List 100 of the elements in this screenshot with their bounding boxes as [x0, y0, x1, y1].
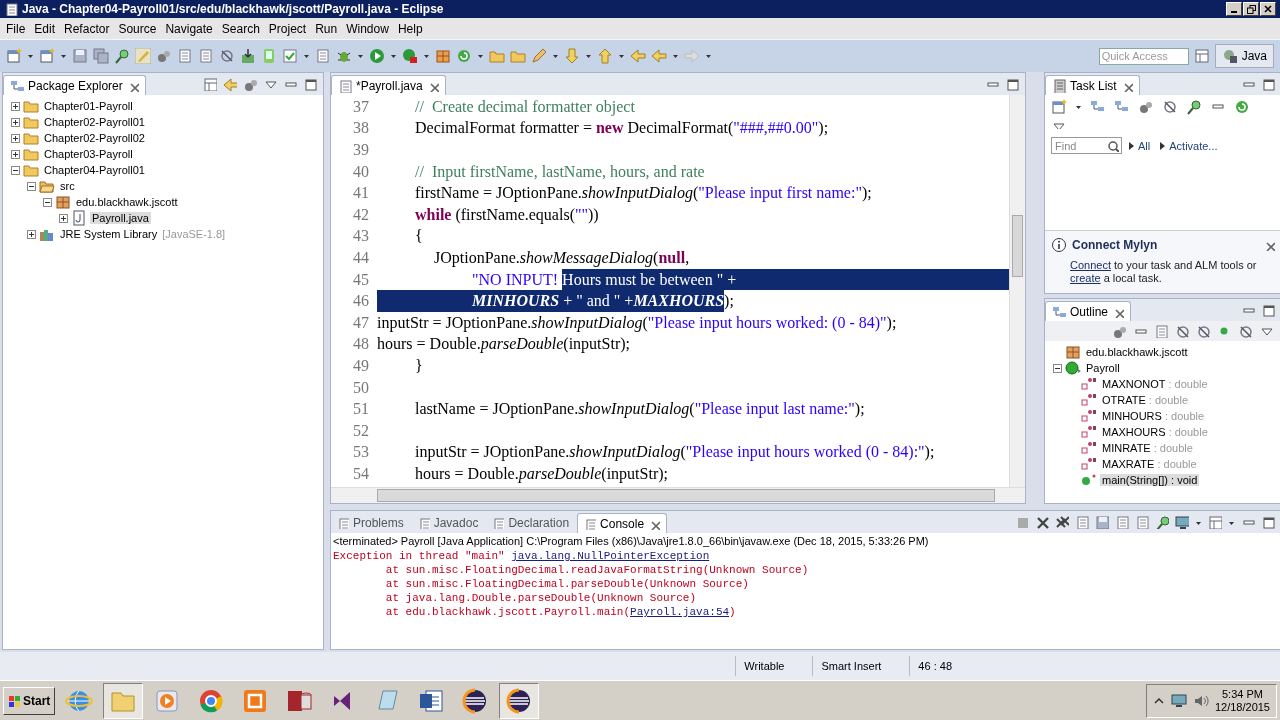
expander-icon[interactable]	[59, 213, 68, 223]
new-console-icon[interactable]	[1208, 515, 1222, 529]
tree-item[interactable]: MAXRATE : double	[1100, 458, 1199, 470]
tree-item[interactable]: Chapter02-Payroll01	[42, 116, 147, 128]
tree-item[interactable]: MINRATE : double	[1100, 442, 1195, 454]
expander-icon[interactable]	[27, 181, 36, 191]
close-button[interactable]	[1260, 2, 1276, 16]
tree-item[interactable]: Chapter02-Payroll02	[42, 132, 147, 144]
ball-icon[interactable]	[1138, 99, 1154, 115]
panel-tab[interactable]: Outline	[1045, 301, 1132, 321]
quick-access-field[interactable]: Quick Access	[1098, 47, 1189, 65]
pin-icon[interactable]	[114, 48, 130, 64]
start-button[interactable]: Start	[3, 687, 56, 715]
vertical-scrollbar[interactable]	[1009, 95, 1025, 487]
ball-icon[interactable]	[156, 48, 172, 64]
document-icon[interactable]	[177, 48, 193, 64]
menu-item[interactable]: Navigate	[162, 21, 219, 36]
link[interactable]: All	[1127, 139, 1151, 152]
run-icon[interactable]	[369, 48, 385, 64]
horizontal-scrollbar[interactable]	[331, 487, 1025, 503]
network-icon[interactable]	[1170, 693, 1187, 709]
ball-icon[interactable]	[1112, 324, 1126, 338]
tree-item[interactable]: Chapter01-Payroll	[42, 100, 135, 112]
expander-icon[interactable]	[11, 149, 20, 159]
maximize-icon[interactable]	[1261, 77, 1275, 91]
new-task-icon[interactable]	[1051, 99, 1067, 115]
save-all-icon[interactable]	[93, 48, 109, 64]
save-icon[interactable]	[72, 48, 88, 64]
slash-icon[interactable]	[1175, 324, 1189, 338]
menu-item[interactable]: Source	[115, 21, 163, 36]
new-file-icon[interactable]	[39, 48, 55, 64]
panel-tab[interactable]: Javadoc	[411, 513, 485, 533]
minimize-button[interactable]	[1226, 2, 1242, 16]
maximize-icon[interactable]	[1261, 515, 1275, 529]
remove-icon[interactable]	[1035, 515, 1049, 529]
expander-icon[interactable]	[43, 197, 52, 207]
expander-icon[interactable]	[1053, 363, 1062, 373]
pin-icon[interactable]	[1155, 515, 1169, 529]
new-file-icon[interactable]	[6, 48, 22, 64]
link[interactable]: java.lang.NullPointerException	[511, 550, 710, 562]
expander-icon[interactable]	[27, 229, 36, 239]
menu-item[interactable]: Window	[343, 21, 395, 36]
slash-icon[interactable]	[1196, 324, 1210, 338]
ball-icon[interactable]	[243, 77, 257, 91]
box-icon[interactable]	[435, 48, 451, 64]
menu-item[interactable]: File	[3, 21, 32, 36]
tree-item[interactable]: Payroll.java	[90, 212, 151, 224]
checkbox-icon[interactable]	[282, 48, 298, 64]
document-icon[interactable]	[315, 48, 331, 64]
panel-tab[interactable]: Declaration	[486, 513, 576, 533]
expander-icon[interactable]	[11, 117, 20, 127]
maximize-icon[interactable]	[1005, 77, 1019, 91]
tree-item[interactable]: MAXNONOT : double	[1100, 378, 1210, 390]
tree-item[interactable]: OTRATE : double	[1100, 394, 1190, 406]
tree-item[interactable]: src	[58, 180, 77, 192]
layout-icon[interactable]	[1193, 48, 1210, 64]
panel-tab[interactable]: *Payroll.java	[331, 75, 446, 95]
expander-icon[interactable]	[11, 165, 20, 175]
up-arrow-icon[interactable]	[597, 48, 613, 64]
expander-icon[interactable]	[11, 133, 20, 143]
tree-item[interactable]: JRE System Library	[58, 228, 160, 240]
sync-icon[interactable]	[1234, 99, 1250, 115]
restore-button[interactable]	[1243, 2, 1259, 16]
menu-item[interactable]: Refactor	[61, 21, 116, 36]
link[interactable]: Activate...	[1158, 139, 1218, 152]
maximize-icon[interactable]	[303, 77, 317, 91]
tree-item[interactable]: Payroll	[1084, 362, 1122, 374]
slash-icon[interactable]	[219, 48, 235, 64]
menu-item[interactable]: Project	[265, 21, 313, 36]
link[interactable]: create	[1070, 272, 1101, 284]
menu-item[interactable]: Run	[312, 21, 344, 36]
run-icon[interactable]	[402, 48, 418, 64]
refresh-icon[interactable]	[456, 48, 472, 64]
tree-item[interactable]: MAXHOURS : double	[1100, 426, 1210, 438]
tree-item[interactable]: main(String[]) : void	[1100, 474, 1200, 486]
tree-item[interactable]: Chapter04-Payroll01	[42, 164, 147, 176]
pencil-icon[interactable]	[531, 48, 547, 64]
menu-item[interactable]: Help	[394, 21, 429, 36]
taskbar-button[interactable]	[499, 683, 540, 719]
tree-item[interactable]: Chapter03-Payroll	[42, 148, 135, 160]
slash-icon[interactable]	[1162, 99, 1178, 115]
maximize-icon[interactable]	[1261, 303, 1275, 317]
download-icon[interactable]	[240, 48, 256, 64]
menu-item[interactable]: Search	[218, 21, 266, 36]
tree-item[interactable]: MINHOURS : double	[1100, 410, 1207, 422]
speaker-icon[interactable]	[1192, 693, 1209, 709]
panel-tab[interactable]: Task List	[1045, 75, 1140, 95]
menu-item[interactable]: Edit	[31, 21, 62, 36]
panel-tab[interactable]: Console	[577, 513, 668, 533]
down-arrow-icon[interactable]	[564, 48, 580, 64]
slash-icon[interactable]	[1238, 324, 1252, 338]
document-icon[interactable]	[198, 48, 214, 64]
find-field[interactable]: Find	[1051, 137, 1122, 154]
expander-icon[interactable]	[11, 101, 20, 111]
monitor-icon[interactable]	[1175, 515, 1189, 529]
tree-item[interactable]: edu.blackhawk.jscott	[1084, 346, 1190, 358]
panel-tab[interactable]: Package Explorer	[3, 75, 146, 95]
close-icon[interactable]	[1263, 239, 1275, 251]
tree-item[interactable]: edu.blackhawk.jscott	[74, 196, 180, 208]
remove-all-icon[interactable]	[1055, 515, 1069, 529]
